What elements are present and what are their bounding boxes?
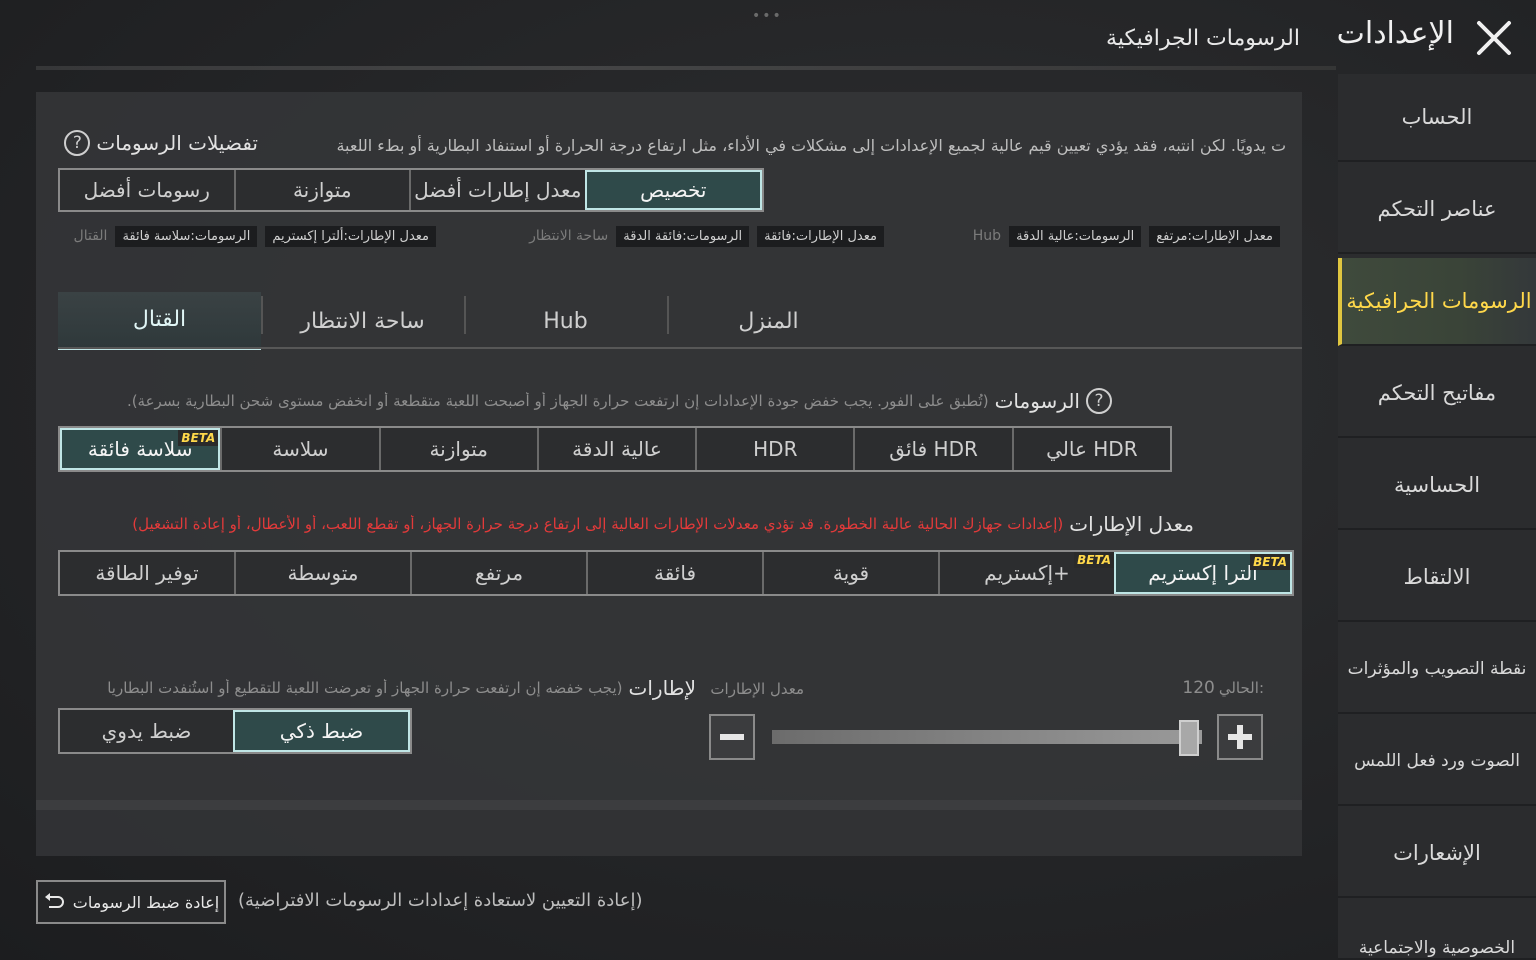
tab-hub[interactable]: Hub <box>464 292 667 350</box>
summary-mode: Hub <box>972 228 1002 244</box>
graphics-hint: (تُطبق على الفور. يجب خفض جودة الإعدادات… <box>126 392 989 410</box>
beta-badge: BETA <box>1074 552 1114 568</box>
help-icon[interactable]: ? <box>1086 388 1112 414</box>
summary-fps: معدل الإطارات:فائقة <box>757 225 884 247</box>
top-bar: ••• الرسومات الجرافيكية الإعدادات <box>0 0 1536 72</box>
preferences-title: تفضيلات الرسومات <box>96 131 258 155</box>
graphics-header: ? الرسومات (تُطبق على الفور. يجب خفض جود… <box>127 388 1112 414</box>
fps-option-medium[interactable]: متوسطة <box>234 552 410 594</box>
summary-graphics: الرسومات:سلاسة فائقة <box>115 225 258 247</box>
sidebar-item-crosshair-effects[interactable]: نقطة التصويب والمؤثرات <box>1338 626 1536 714</box>
sidebar-item-account[interactable]: الحساب <box>1338 74 1536 162</box>
breadcrumb-subtitle: الرسومات الجرافيكية <box>1106 26 1300 51</box>
frame-rate-warning: (إعدادات جهازك الحالية عالية الخطورة. قد… <box>132 515 1064 533</box>
current-fps-readout: الحالي: 120 <box>1182 678 1264 698</box>
fps-mode-smart[interactable]: ضبط ذكي <box>233 710 410 752</box>
close-icon[interactable] <box>1474 18 1514 58</box>
graphics-option-ultra-hdr[interactable]: فائق HDR <box>853 428 1011 470</box>
preference-option-balanced[interactable]: متوازنة <box>233 170 410 210</box>
summary-graphics: الرسومات:فائقة الدقة <box>616 225 750 247</box>
reset-button-label: إعادة ضبط الرسومات <box>72 892 220 912</box>
summary-graphics: الرسومات:عالية الدقة <box>1009 225 1142 247</box>
settings-panel-lower <box>36 810 1302 856</box>
summary-fps: معدل الإطارات:مرتفع <box>1149 225 1280 247</box>
current-value: 120 <box>1182 678 1215 698</box>
fps-option-high[interactable]: مرتفع <box>410 552 586 594</box>
graphics-option-ultra-smooth[interactable]: سلاسة فائقة BETA <box>60 428 221 470</box>
tab-home[interactable]: المنزل <box>667 292 870 350</box>
reset-hint: (إعادة التعيين لاستعادة إعدادات الرسومات… <box>238 890 643 911</box>
sidebar-item-sensitivity[interactable]: الحساسية <box>1338 442 1536 530</box>
tab-lobby[interactable]: ساحة الانتظار <box>261 292 464 350</box>
fps-option-label: إكستريم+ <box>984 561 1070 585</box>
slider-label: معدل الإطارات <box>710 680 804 698</box>
minus-icon <box>720 734 744 740</box>
summary-combat: معدل الإطارات:ألترا إكستريم الرسومات:سلا… <box>70 224 436 248</box>
graphics-option-smooth[interactable]: سلاسة <box>220 428 378 470</box>
panel-divider <box>36 800 1302 810</box>
help-icon[interactable]: ? <box>64 130 91 156</box>
summary-mode: ساحة الانتظار <box>529 228 609 244</box>
frame-rate-selector: ألترا إكستريم BETA إكستريم+ BETA قوية فا… <box>58 550 1294 596</box>
frame-control-label: لإطارات <box>628 676 696 700</box>
fps-option-ultra[interactable]: فائقة <box>586 552 762 594</box>
fps-slider-track[interactable] <box>772 730 1202 744</box>
top-divider <box>36 66 1336 70</box>
preferences-description: ت يدويًا. لكن انتبه، فقد يؤدي تعيين قيم … <box>336 135 1286 155</box>
increase-button[interactable] <box>1217 714 1263 760</box>
graphics-quality-selector: عالي HDR فائق HDR HDR عالية الدقة متوازن… <box>58 426 1172 472</box>
summary-mode: القتال <box>73 228 108 244</box>
fps-slider-handle[interactable] <box>1179 720 1200 756</box>
sidebar: الحساب عناصر التحكم الرسومات الجرافيكية … <box>1338 74 1536 960</box>
summary-lobby: معدل الإطارات:فائقة الرسومات:فائقة الدقة… <box>525 224 884 248</box>
preference-option-custom[interactable]: تخصيص <box>584 170 762 210</box>
decrease-button[interactable] <box>709 714 755 760</box>
frame-control-hint: (يجب خفضه إن ارتفعت حرارة الجهاز أو تعرض… <box>107 679 623 697</box>
graphics-label: الرسومات <box>994 389 1080 413</box>
graphics-option-label: سلاسة فائقة <box>87 437 193 461</box>
sidebar-item-key-bindings[interactable]: مفاتيح التحكم <box>1338 350 1536 438</box>
mode-tabs: المنزل Hub ساحة الانتظار القتال <box>58 292 1302 350</box>
sidebar-item-notifications[interactable]: الإشعارات <box>1338 810 1536 898</box>
sidebar-item-pickup[interactable]: الالتقاط <box>1338 534 1536 622</box>
beta-badge: BETA <box>1250 554 1290 570</box>
current-label: الحالي: <box>1218 679 1264 697</box>
preference-option-better-graphics[interactable]: رسومات أفضل <box>60 170 234 210</box>
fps-option-ultra-extreme[interactable]: ألترا إكستريم BETA <box>1114 552 1292 594</box>
graphics-option-hd[interactable]: عالية الدقة <box>536 428 695 470</box>
fps-mode-selector: ضبط ذكي ضبط يدوي <box>58 708 412 754</box>
beta-badge: BETA <box>178 430 219 446</box>
tab-combat[interactable]: القتال <box>58 292 261 350</box>
undo-icon <box>44 893 64 908</box>
preferences-selector: تخصيص معدل إطارات أفضل متوازنة رسومات أف… <box>58 168 764 212</box>
drag-handle[interactable]: ••• <box>752 8 783 24</box>
frame-rate-header: معدل الإطارات (إعدادات جهازك الحالية عال… <box>132 512 1194 536</box>
preferences-header: تفضيلات الرسومات ? <box>64 130 258 156</box>
page-title: الإعدادات <box>1336 16 1454 51</box>
fps-option-label: ألترا إكستريم <box>1148 561 1258 585</box>
sidebar-item-audio-haptics[interactable]: الصوت ورد فعل اللمس <box>1338 718 1536 806</box>
tabs-divider <box>58 347 1302 349</box>
graphics-option-hdr[interactable]: HDR <box>695 428 853 470</box>
fps-option-extreme-plus[interactable]: إكستريم+ BETA <box>938 552 1114 594</box>
sidebar-item-privacy-social[interactable]: الخصوصية والاجتماعية <box>1338 902 1536 960</box>
frame-rate-label: معدل الإطارات <box>1069 512 1194 536</box>
summary-fps: معدل الإطارات:ألترا إكستريم <box>265 225 436 247</box>
preference-option-better-fps[interactable]: معدل إطارات أفضل <box>409 170 585 210</box>
fps-option-power-saving[interactable]: توفير الطاقة <box>60 552 234 594</box>
plus-icon <box>1228 725 1252 749</box>
fps-option-strong[interactable]: قوية <box>762 552 938 594</box>
fps-mode-manual[interactable]: ضبط يدوي <box>60 710 233 752</box>
graphics-option-balanced[interactable]: متوازنة <box>378 428 537 470</box>
reset-graphics-button[interactable]: إعادة ضبط الرسومات <box>36 880 226 924</box>
frame-control-header: لإطارات (يجب خفضه إن ارتفعت حرارة الجهاز… <box>107 676 696 700</box>
graphics-option-hdr-extreme[interactable]: عالي HDR <box>1011 428 1170 470</box>
sidebar-item-controls[interactable]: عناصر التحكم <box>1338 166 1536 254</box>
summary-hub: معدل الإطارات:مرتفع الرسومات:عالية الدقة… <box>969 224 1280 248</box>
sidebar-item-graphics[interactable]: الرسومات الجرافيكية <box>1338 258 1536 346</box>
